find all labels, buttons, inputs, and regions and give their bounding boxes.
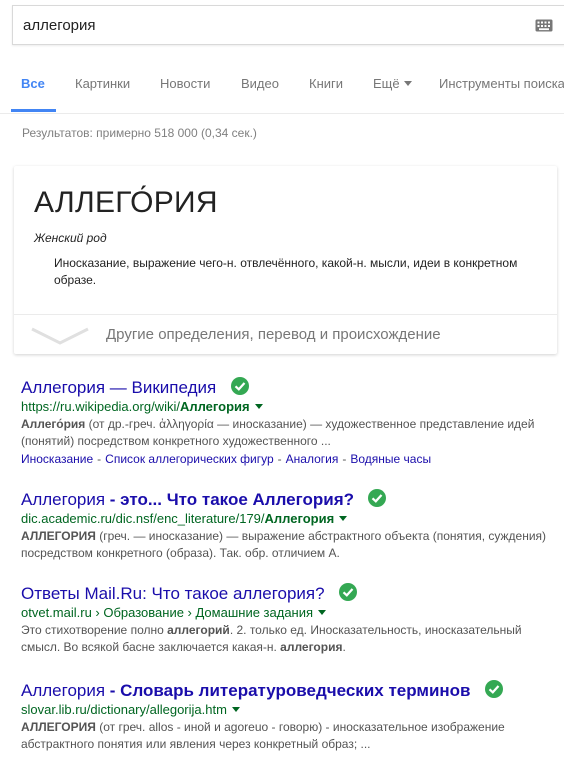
result-sitelinks: Иносказание - Список аллегорических фигур -… [21,452,561,466]
caret-down-icon[interactable] [231,707,240,712]
divider [14,314,557,315]
dictionary-part-of-speech: Женский род [34,231,107,245]
tab-more-label: Ещё [373,76,400,91]
search-result: Аллегория - это... Что такое Аллегория? … [21,489,561,562]
result-url[interactable]: otvet.mail.ru › Образование › Домашние з… [21,605,561,620]
result-url-text: otvet.mail.ru › Образование › Домашние з… [21,605,314,620]
result-url[interactable]: dic.academic.ru/dic.nsf/enc_literature/1… [21,511,561,526]
results-count: Результатов: примерно 518 000 (0,34 сек.… [22,126,257,140]
snippet-bold: Аллего́рия [21,417,86,431]
dictionary-card: АЛЛЕГО́РИЯ Женский род Иносказание, выра… [14,166,557,354]
snippet-text: Это стихотворение полно [21,623,168,637]
snippet-bold: аллегория [280,640,343,654]
tab-video[interactable]: Видео [241,76,279,91]
result-url-bold: Аллегория [179,399,250,414]
search-result: Аллегория — Википедия https://ru.wikiped… [21,377,561,466]
title-bold: - это... Что такое Аллегория? [105,490,354,509]
separator: - [97,452,102,466]
tab-all[interactable]: Все [21,76,45,91]
verified-check-icon [339,583,358,601]
active-tab-indicator [11,109,56,112]
search-tabs: Все Картинки Новости Видео Книги Ещё Инс… [0,62,564,114]
title-text: Аллегория [21,490,106,509]
search-input[interactable] [23,17,503,34]
result-title-link[interactable]: Аллегория - Словарь литературоведческих … [21,681,471,701]
result-snippet: АЛЛЕГОРИЯ (греч. — иносказание) — выраже… [21,528,561,562]
chevron-down-icon [403,81,412,86]
result-title-link[interactable]: Аллегория - это... Что такое Аллегория? [21,490,354,510]
result-title-link[interactable]: Ответы Mail.Ru: Что такое аллегория? [21,584,325,604]
result-snippet: Аллего́рия (от др.-греч. ἀλληγορία — ино… [21,416,561,450]
result-url[interactable]: https://ru.wikipedia.org/wiki/Аллегория [21,399,561,414]
snippet-text: . [342,640,346,654]
separator: - [342,452,347,466]
result-url-prefix: https://ru.wikipedia.org/wiki/ [21,399,180,414]
search-box[interactable] [12,5,564,45]
snippet-bold: АЛЛЕГОРИЯ [21,720,96,734]
verified-check-icon [230,377,249,395]
result-url-bold: Аллегория [264,511,335,526]
separator: - [277,452,282,466]
tab-news[interactable]: Новости [160,76,210,91]
title-text: Аллегория [21,681,106,700]
search-result: Ответы Mail.Ru: Что такое аллегория? otv… [21,583,561,656]
dictionary-more-link[interactable]: Другие определения, перевод и происхожде… [106,326,441,343]
snippet-bold: АЛЛЕГОРИЯ [21,529,96,543]
result-snippet: Это стихотворение полно аллегорий. 2. то… [21,622,561,656]
snippet-text: (греч. — иносказание) — выражение абстра… [21,529,547,560]
sitelink[interactable]: Иносказание [21,452,93,466]
chevron-down-icon[interactable] [30,326,90,348]
snippet-text: (от др.-греч. ἀλληγορία — иносказание) —… [21,417,535,448]
verified-check-icon [368,489,387,507]
snippet-bold: аллегорий [167,623,230,637]
dictionary-definition: Иносказание, выражение чего-н. отвлечённ… [54,256,518,287]
sitelink[interactable]: Список аллегорических фигур [105,452,273,466]
result-url[interactable]: slovar.lib.ru/dictionary/allegorija.htm [21,702,561,717]
verified-check-icon [484,680,503,698]
keyboard-icon[interactable] [535,19,553,32]
tab-images[interactable]: Картинки [75,76,130,91]
caret-down-icon[interactable] [339,516,348,521]
title-bold: - Словарь литературоведческих терминов [105,681,471,700]
result-snippet: АЛЛЕГОРИЯ (от греч. allos - иной и agore… [21,719,561,753]
tab-more[interactable]: Ещё [373,76,412,91]
sitelink[interactable]: Аналогия [286,452,339,466]
result-title-link[interactable]: Аллегория — Википедия [21,378,216,398]
dictionary-word: АЛЛЕГО́РИЯ [34,186,218,219]
result-url-prefix: dic.academic.ru/dic.nsf/enc_literature/1… [21,511,265,526]
sitelink[interactable]: Водяные часы [350,452,431,466]
caret-down-icon[interactable] [254,404,263,409]
result-url-text: slovar.lib.ru/dictionary/allegorija.htm [21,702,227,717]
search-result: Аллегория - Словарь литературоведческих … [21,680,561,753]
caret-down-icon[interactable] [318,610,327,615]
tab-search-tools[interactable]: Инструменты поиска [439,76,564,91]
tab-books[interactable]: Книги [309,76,343,91]
